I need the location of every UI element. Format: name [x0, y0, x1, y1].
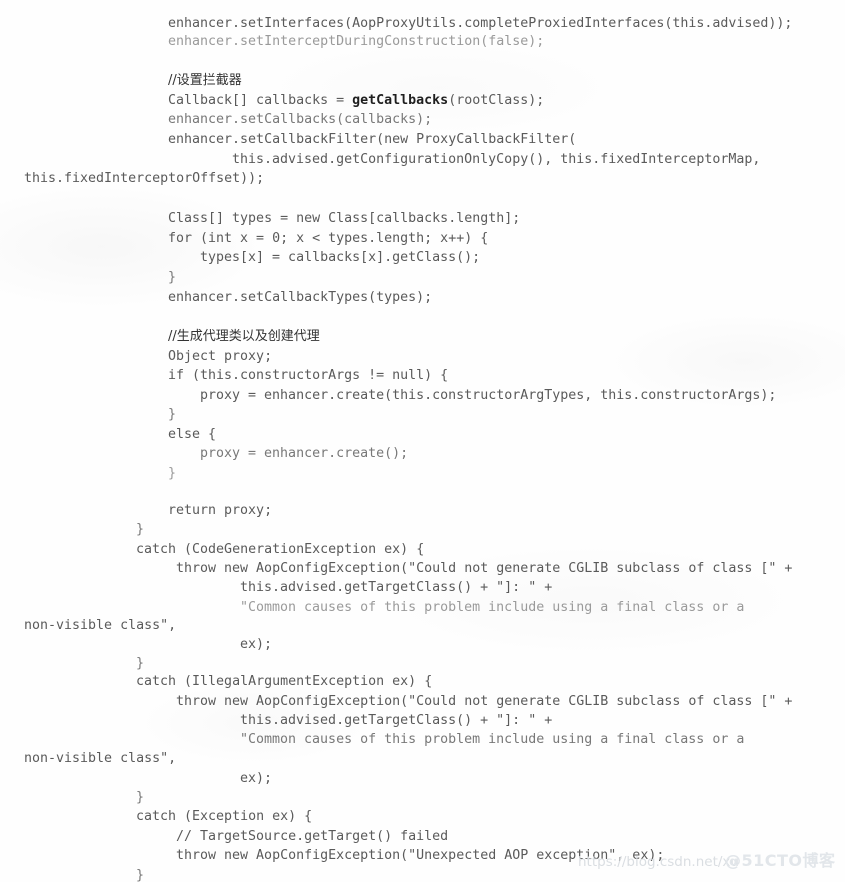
code-text: else { [168, 427, 217, 442]
code-text: } [136, 790, 145, 805]
code-text: proxy = enhancer.create(); [200, 446, 409, 461]
code-text: // TargetSource.getTarget() failed [176, 829, 449, 844]
code-text: } [168, 407, 177, 422]
code-text: this.advised.getTargetClass() + "]: " + [240, 580, 553, 595]
code-line: return proxy; [0, 501, 845, 521]
code-line: } [0, 520, 845, 540]
code-line: non-visible class", [0, 749, 845, 769]
code-text-emphasis: getCallbacks [352, 93, 449, 108]
code-text: } [168, 466, 177, 481]
code-line: ex); [0, 769, 845, 789]
code-line: } [0, 654, 845, 674]
code-text: } [136, 656, 145, 671]
code-text: //设置拦截器 [168, 73, 242, 88]
code-line: enhancer.setInterceptDuringConstruction(… [0, 32, 845, 52]
code-line: enhancer.setCallbackTypes(types); [0, 288, 845, 308]
code-line: } [0, 788, 845, 808]
code-text: ex); [240, 637, 273, 652]
code-line: enhancer.setCallbacks(callbacks); [0, 110, 845, 130]
code-text: return proxy; [168, 503, 273, 518]
code-text: this.advised.getTargetClass() + "]: " + [240, 713, 553, 728]
code-line: } [0, 464, 845, 484]
code-text: ex); [240, 771, 273, 786]
code-text: Object proxy; [168, 349, 273, 364]
code-line: throw new AopConfigException("Unexpected… [0, 846, 845, 866]
code-line: catch (Exception ex) { [0, 807, 845, 827]
code-line: proxy = enhancer.create(this.constructor… [0, 386, 845, 406]
code-text: this.fixedInterceptorOffset)); [24, 171, 265, 186]
code-text: } [168, 270, 177, 285]
code-line: } [0, 405, 845, 425]
code-line: enhancer.setCallbackFilter(new ProxyCall… [0, 130, 845, 150]
code-text: catch (IllegalArgumentException ex) { [136, 674, 433, 689]
code-line: "Common causes of this problem include u… [0, 730, 845, 750]
code-text: "Common causes of this problem include u… [240, 732, 745, 747]
code-line: throw new AopConfigException("Could not … [0, 559, 845, 579]
code-line: //设置拦截器 [0, 71, 845, 91]
code-listing: enhancer.setInterfaces(AopProxyUtils.com… [0, 13, 845, 882]
code-text: "Common causes of this problem include u… [240, 600, 745, 615]
code-text: //生成代理类以及创建代理 [168, 329, 320, 344]
code-line: this.advised.getTargetClass() + "]: " + [0, 711, 845, 731]
code-line: catch (CodeGenerationException ex) { [0, 540, 845, 560]
code-text: enhancer.setInterfaces(AopProxyUtils.com… [168, 16, 793, 31]
code-text: enhancer.setInterceptDuringConstruction(… [168, 34, 545, 49]
code-line: this.advised.getTargetClass() + "]: " + [0, 578, 845, 598]
code-text: throw new AopConfigException("Could not … [176, 561, 793, 576]
code-text: non-visible class", [24, 618, 177, 633]
code-line: Callback[] callbacks = getCallbacks(root… [0, 91, 845, 111]
code-text: types[x] = callbacks[x].getClass(); [200, 250, 481, 265]
code-text: catch (Exception ex) { [136, 809, 313, 824]
code-text: proxy = enhancer.create(this.constructor… [200, 388, 777, 403]
code-line: } [0, 866, 845, 882]
code-line: Object proxy; [0, 347, 845, 367]
code-line: this.fixedInterceptorOffset)); [0, 169, 845, 189]
code-line: else { [0, 425, 845, 445]
scanned-page: enhancer.setInterfaces(AopProxyUtils.com… [0, 0, 845, 882]
code-line: //生成代理类以及创建代理 [0, 327, 845, 347]
code-text: throw new AopConfigException("Unexpected… [176, 848, 665, 863]
code-text: this.advised.getConfigurationOnlyCopy(),… [232, 152, 761, 167]
code-text: non-visible class", [24, 751, 177, 766]
code-text: if (this.constructorArgs != null) { [168, 368, 449, 383]
code-line: non-visible class", [0, 616, 845, 636]
code-text: enhancer.setCallbackFilter(new ProxyCall… [168, 132, 577, 147]
code-line: catch (IllegalArgumentException ex) { [0, 672, 845, 692]
code-line: throw new AopConfigException("Could not … [0, 692, 845, 712]
code-line: ex); [0, 635, 845, 655]
code-text: } [136, 522, 145, 537]
code-text: Class[] types = new Class[callbacks.leng… [168, 211, 521, 226]
code-line: } [0, 268, 845, 288]
code-line: Class[] types = new Class[callbacks.leng… [0, 209, 845, 229]
code-line: for (int x = 0; x < types.length; x++) { [0, 229, 845, 249]
code-text: for (int x = 0; x < types.length; x++) { [168, 231, 489, 246]
code-line: types[x] = callbacks[x].getClass(); [0, 248, 845, 268]
code-text: enhancer.setCallbackTypes(types); [168, 290, 433, 305]
code-line: enhancer.setInterfaces(AopProxyUtils.com… [0, 14, 845, 34]
code-text: throw new AopConfigException("Could not … [176, 694, 793, 709]
code-line: // TargetSource.getTarget() failed [0, 827, 845, 847]
code-line: "Common causes of this problem include u… [0, 598, 845, 618]
code-text: catch (CodeGenerationException ex) { [136, 542, 425, 557]
code-line: proxy = enhancer.create(); [0, 444, 845, 464]
code-text: enhancer.setCallbacks(callbacks); [168, 112, 433, 127]
code-text: (rootClass); [448, 93, 545, 108]
code-text: } [136, 868, 145, 882]
code-text: Callback[] callbacks = [168, 93, 353, 108]
code-line: this.advised.getConfigurationOnlyCopy(),… [0, 150, 845, 170]
code-line: if (this.constructorArgs != null) { [0, 366, 845, 386]
